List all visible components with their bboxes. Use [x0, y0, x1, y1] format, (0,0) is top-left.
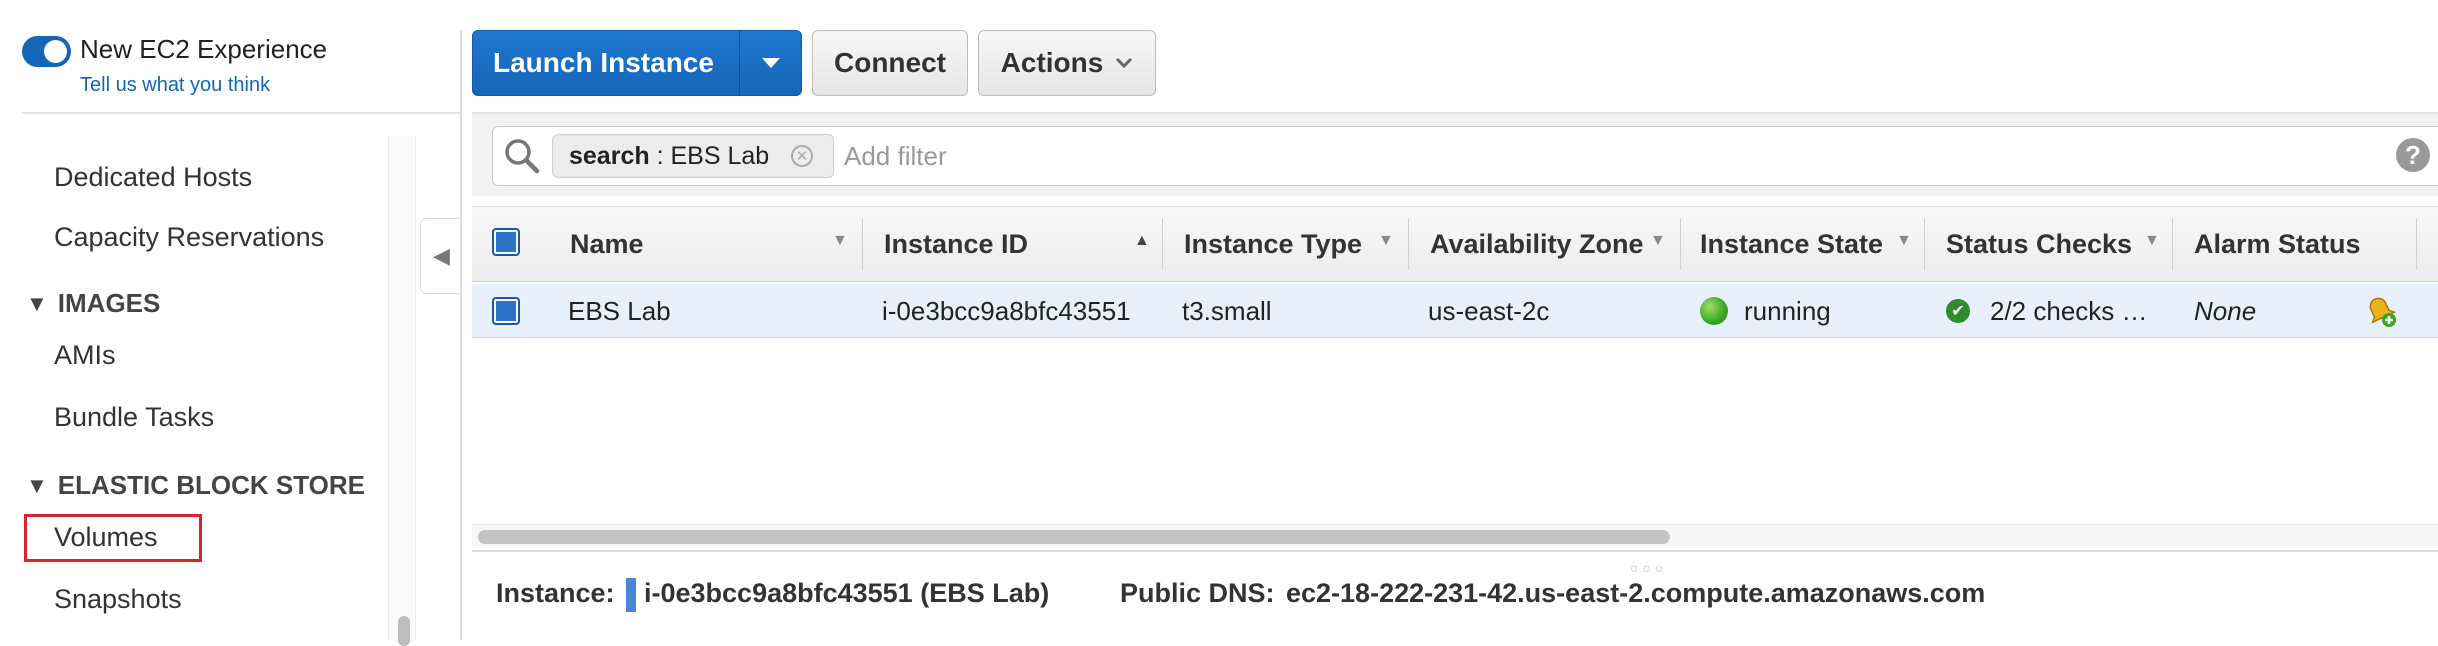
- actions-button[interactable]: Actions: [978, 30, 1156, 96]
- sidebar-item-snapshots[interactable]: Snapshots: [54, 584, 182, 615]
- chevron-down-icon[interactable]: ▼: [1896, 232, 1912, 250]
- running-state-icon: [1700, 297, 1728, 325]
- dropdown-caret-icon: [1115, 57, 1133, 69]
- filter-token[interactable]: search : EBS Lab ✕: [552, 134, 834, 178]
- column-header-availability-zone[interactable]: Availability Zone: [1430, 206, 1644, 282]
- sidebar-scrollbar-thumb[interactable]: [398, 616, 410, 646]
- chevron-down-icon[interactable]: ▼: [1650, 232, 1666, 250]
- clear-filter-icon[interactable]: ✕: [791, 145, 813, 167]
- search-icon: [502, 136, 542, 176]
- new-experience-toggle[interactable]: [22, 36, 71, 67]
- instance-marker: [626, 578, 636, 612]
- status-ok-icon: ✔: [1946, 299, 1970, 323]
- alarm-bell-icon[interactable]: [2360, 290, 2400, 330]
- detail-dns-value: ec2-18-222-231-42.us-east-2.compute.amaz…: [1286, 578, 1986, 608]
- cell-instance-id: i-0e3bcc9a8bfc43551: [882, 295, 1131, 326]
- column-separator[interactable]: [1680, 218, 1681, 270]
- column-separator[interactable]: [2416, 218, 2417, 270]
- sidebar-item-capacity-reservations[interactable]: Capacity Reservations: [54, 222, 324, 253]
- sidebar-section-ebs[interactable]: ▼ ELASTIC BLOCK STORE: [26, 470, 365, 501]
- sidebar-item-bundle-tasks[interactable]: Bundle Tasks: [54, 402, 214, 433]
- add-filter-input[interactable]: [842, 136, 2342, 176]
- column-separator[interactable]: [1408, 218, 1409, 270]
- sidebar-item-amis[interactable]: AMIs: [54, 340, 116, 371]
- sidebar-scrollbar[interactable]: [388, 136, 416, 640]
- help-icon[interactable]: ?: [2396, 138, 2430, 172]
- row-checkbox[interactable]: [492, 297, 520, 325]
- column-header-status-checks[interactable]: Status Checks: [1946, 206, 2132, 282]
- cell-name: EBS Lab: [568, 295, 671, 326]
- filter-token-key: search: [569, 141, 650, 170]
- cell-status-checks[interactable]: 2/2 checks …: [1990, 284, 2148, 338]
- launch-instance-label: Launch Instance: [493, 47, 714, 78]
- toggle-knob: [44, 40, 67, 63]
- new-experience-label: New EC2 Experience: [80, 34, 328, 64]
- connect-label: Connect: [834, 47, 946, 78]
- splitter-grip-icon[interactable]: ○○○: [1630, 560, 1667, 576]
- cell-instance-type: t3.small: [1182, 295, 1272, 326]
- section-collapse-icon: ▼: [26, 290, 48, 316]
- cell-availability-zone: us-east-2c: [1428, 295, 1550, 326]
- cell-alarm-status: None: [2194, 295, 2257, 326]
- sidebar-edge: [460, 30, 462, 640]
- chevron-down-icon[interactable]: ▼: [2144, 232, 2160, 250]
- sidebar-section-images[interactable]: ▼ IMAGES: [26, 288, 160, 319]
- column-separator[interactable]: [2172, 218, 2173, 270]
- panel-splitter[interactable]: [472, 550, 2438, 552]
- column-header-instance-state[interactable]: Instance State: [1700, 206, 1883, 282]
- section-title: ELASTIC BLOCK STORE: [57, 470, 365, 500]
- column-separator[interactable]: [1162, 218, 1163, 270]
- column-header-name[interactable]: Name: [570, 206, 644, 282]
- feedback-link[interactable]: Tell us what you think: [80, 74, 270, 97]
- select-all-checkbox[interactable]: [492, 228, 520, 256]
- column-header-alarm-status[interactable]: Alarm Status: [2194, 206, 2361, 282]
- cell-instance-state: running: [1744, 295, 1831, 326]
- actions-label: Actions: [1000, 47, 1104, 78]
- sidebar-item-volumes[interactable]: Volumes: [54, 522, 158, 553]
- section-collapse-icon: ▼: [26, 472, 48, 498]
- sort-asc-icon[interactable]: ▲: [1134, 232, 1150, 250]
- detail-dns-label: Public DNS:: [1120, 578, 1275, 608]
- filter-token-value: EBS Lab: [670, 141, 770, 170]
- section-title: IMAGES: [57, 288, 161, 318]
- column-separator[interactable]: [862, 218, 863, 270]
- sidebar-divider: [22, 112, 460, 114]
- detail-instance-value: i-0e3bcc9a8bfc43551 (EBS Lab): [644, 578, 1050, 608]
- sidebar-item-dedicated-hosts[interactable]: Dedicated Hosts: [54, 162, 252, 193]
- collapse-sidebar-icon[interactable]: ◀: [420, 218, 462, 294]
- chevron-down-icon[interactable]: ▼: [1378, 232, 1394, 250]
- launch-dropdown-icon[interactable]: [740, 56, 801, 70]
- connect-button[interactable]: Connect: [812, 30, 968, 96]
- column-header-instance-id[interactable]: Instance ID: [884, 206, 1028, 282]
- launch-instance-button[interactable]: Launch Instance: [472, 30, 802, 96]
- filter-token-separator: :: [649, 141, 671, 170]
- sidebar: New EC2 Experience Tell us what you thin…: [0, 0, 462, 646]
- horizontal-scrollbar-thumb[interactable]: [478, 530, 1670, 544]
- detail-instance-label: Instance:: [496, 578, 615, 608]
- column-header-instance-type[interactable]: Instance Type: [1184, 206, 1362, 282]
- chevron-down-icon[interactable]: ▼: [832, 232, 848, 250]
- column-separator[interactable]: [1924, 218, 1925, 270]
